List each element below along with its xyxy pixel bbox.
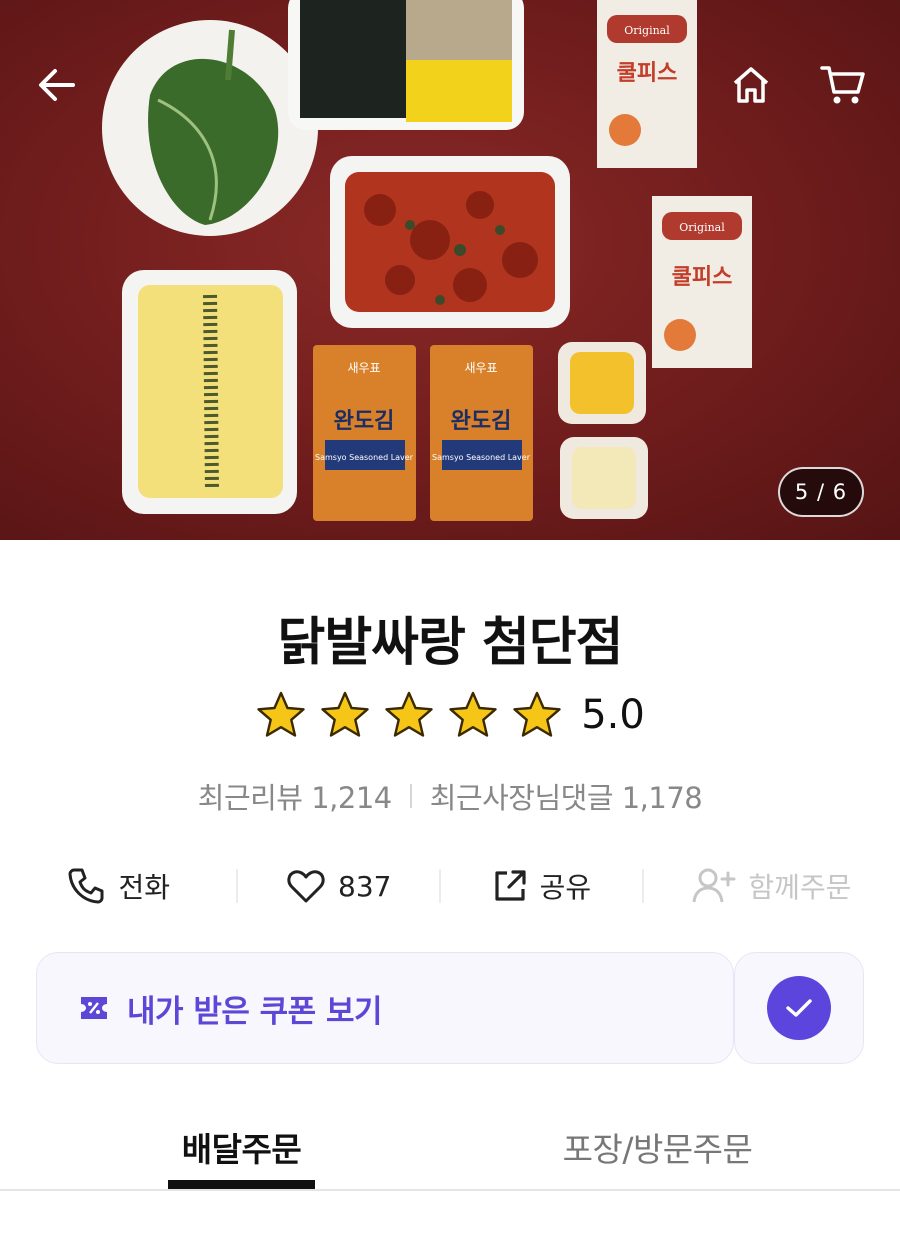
- svg-text:Original: Original: [679, 221, 725, 234]
- rating-value: 5.0: [581, 692, 645, 738]
- call-label: 전화: [118, 871, 170, 904]
- like-count: 837: [338, 869, 392, 903]
- order-type-tabs: 배달주문 포장/방문주문: [0, 1115, 900, 1191]
- coupon-check-button[interactable]: [734, 952, 864, 1064]
- coupon-label: 내가 받은 쿠폰 보기: [127, 993, 383, 1030]
- svg-text:쿨피스: 쿨피스: [672, 265, 733, 290]
- like-button[interactable]: 837: [238, 867, 439, 905]
- star-icon: [513, 691, 561, 737]
- star-icon: [449, 691, 497, 737]
- home-button[interactable]: [722, 58, 780, 112]
- share-button[interactable]: 공유: [441, 866, 642, 906]
- active-tab-indicator: [168, 1180, 315, 1189]
- divider: [409, 784, 412, 808]
- svg-text:Samsyo Seasoned Laver: Samsyo Seasoned Laver: [432, 453, 531, 462]
- image-counter-badge: 5 / 6: [778, 467, 864, 517]
- cart-icon: [820, 66, 865, 104]
- call-button[interactable]: 전화: [0, 866, 236, 906]
- coupon-button[interactable]: 내가 받은 쿠폰 보기: [36, 952, 734, 1064]
- review-summary[interactable]: 최근리뷰 1,214 최근사장님댓글 1,178: [0, 775, 900, 817]
- group-order-label: 함께주문: [748, 871, 852, 904]
- svg-text:Samsyo Seasoned Laver: Samsyo Seasoned Laver: [315, 453, 414, 462]
- svg-text:완도김: 완도김: [451, 409, 512, 434]
- rating-row[interactable]: 5.0: [0, 690, 900, 740]
- check-circle: [767, 976, 831, 1040]
- hero-image[interactable]: 새우표 완도김 Samsyo Seasoned Laver 새우표 완도김 Sa…: [0, 0, 900, 540]
- rating-stars: [255, 690, 563, 740]
- owner-replies-link[interactable]: 최근사장님댓글 1,178: [430, 775, 703, 817]
- star-icon: [321, 691, 369, 737]
- store-name: 닭발싸랑 첨단점: [277, 613, 624, 673]
- action-bar: 전화 837 공유 함께주문: [0, 858, 900, 914]
- check-icon: [786, 999, 812, 1017]
- svg-text:완도김: 완도김: [334, 409, 395, 434]
- cart-button[interactable]: [814, 58, 872, 112]
- tab-pickup[interactable]: 포장/방문주문: [540, 1123, 775, 1171]
- coupon-icon: [81, 997, 107, 1019]
- add-person-icon: [692, 868, 736, 903]
- back-button[interactable]: [28, 58, 86, 112]
- svg-text:새우표: 새우표: [347, 361, 380, 375]
- share-icon: [495, 870, 526, 901]
- star-icon: [385, 691, 433, 737]
- tab-delivery[interactable]: 배달주문: [168, 1123, 315, 1171]
- heart-icon: [287, 870, 325, 903]
- group-order-button[interactable]: 함께주문: [644, 866, 900, 906]
- svg-text:쿨피스: 쿨피스: [617, 61, 678, 86]
- phone-icon: [68, 868, 104, 904]
- share-label: 공유: [539, 871, 592, 904]
- recent-reviews-link[interactable]: 최근리뷰 1,214: [198, 775, 392, 817]
- arrow-left-icon: [39, 69, 75, 101]
- svg-text:Original: Original: [624, 24, 670, 37]
- home-icon: [733, 67, 769, 103]
- star-icon: [257, 691, 305, 737]
- svg-text:새우표: 새우표: [464, 361, 497, 375]
